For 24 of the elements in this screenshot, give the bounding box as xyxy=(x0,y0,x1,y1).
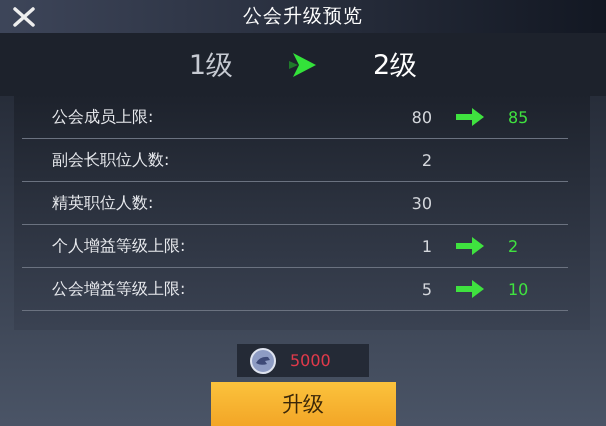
stat-label: 个人增益等级上限: xyxy=(52,236,186,257)
arrow-icon xyxy=(456,108,484,126)
stat-label: 公会成员上限: xyxy=(52,106,154,128)
chevron-icon xyxy=(289,52,317,78)
next-level: 2级 xyxy=(373,48,418,83)
current-value: 2 xyxy=(420,150,432,170)
close-icon[interactable] xyxy=(12,7,36,27)
stat-label: 精英职位人数: xyxy=(52,192,154,214)
next-value: 2 xyxy=(508,236,520,256)
next-value: 85 xyxy=(508,108,530,127)
stat-label: 公会增益等级上限: xyxy=(52,278,186,300)
cost-amount: 5000 xyxy=(290,351,331,370)
current-value: 30 xyxy=(410,194,432,213)
upgrade-button[interactable]: 升级 xyxy=(210,382,396,426)
arrow-icon xyxy=(456,280,484,298)
current-value: 80 xyxy=(410,108,432,127)
current-level: 1级 xyxy=(188,48,233,83)
window-title: 公会升级预览 xyxy=(243,4,363,30)
coin-icon xyxy=(250,348,276,374)
stat-label: 副会长职位人数: xyxy=(52,150,170,171)
current-value: 5 xyxy=(420,280,432,299)
next-value: 10 xyxy=(508,280,530,299)
current-value: 1 xyxy=(420,236,432,256)
arrow-icon xyxy=(456,237,484,256)
